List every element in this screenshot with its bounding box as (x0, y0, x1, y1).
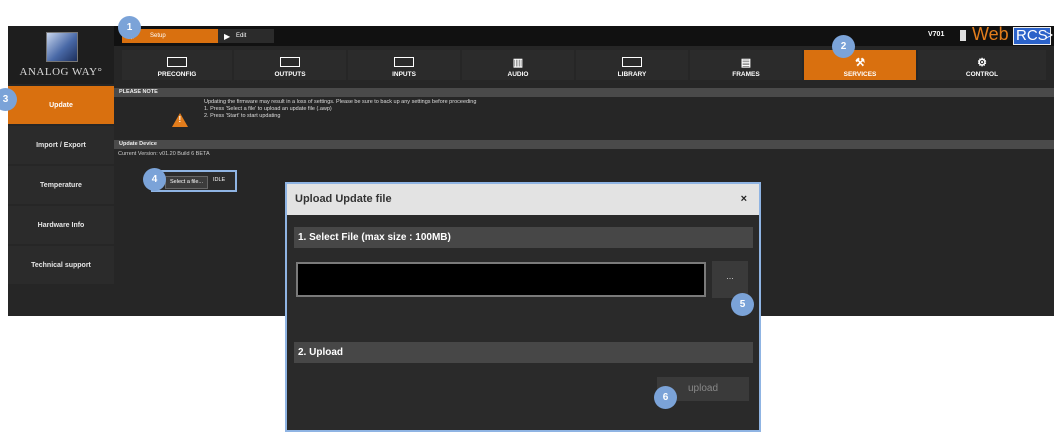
content-panel: PLEASE NOTE ! Updating the firmware may … (114, 88, 1054, 157)
callout-1: 1 (118, 16, 141, 39)
nav-library[interactable]: LIBRARY (576, 50, 688, 80)
note-text: Updating the firmware may result in a lo… (204, 99, 476, 120)
nav-inputs[interactable]: INPUTS (348, 50, 460, 80)
nav-preconfig[interactable]: PRECONFIG (122, 50, 232, 80)
tab-edit-label: Edit (236, 33, 247, 39)
note-box: ! Updating the firmware may result in a … (114, 97, 1054, 140)
warning-icon: ! (172, 113, 188, 127)
sidebar-item-hardware-info[interactable]: Hardware Info (8, 206, 114, 244)
file-path-field[interactable] (296, 262, 706, 297)
nav-outputs-label: OUTPUTS (274, 71, 306, 78)
device-icon (960, 30, 966, 41)
logo-mark-icon (46, 32, 78, 62)
callout-2: 2 (832, 35, 855, 58)
note-line-1: Updating the firmware may result in a lo… (204, 99, 477, 105)
frames-icon: ▤ (740, 57, 752, 69)
nav-services-label: SERVICES (843, 71, 877, 78)
upload-section-header: 2. Upload (294, 342, 753, 363)
status-label: IDLE (213, 177, 226, 183)
nav-audio-label: AUDIO (507, 71, 529, 78)
dialog-header: Upload Update file × (287, 184, 759, 215)
callout-5: 5 (731, 293, 754, 316)
tab-edit[interactable]: ▶ Edit (218, 29, 274, 43)
nav-preconfig-label: PRECONFIG (157, 71, 197, 78)
sidebar-item-update[interactable]: Update (8, 86, 114, 124)
services-icon: ⚒ (855, 57, 865, 69)
tab-setup-label: Setup (150, 33, 166, 39)
close-icon[interactable]: × (741, 184, 747, 215)
webrcs-web-text: Web (972, 24, 1009, 44)
nav-outputs[interactable]: OUTPUTS (234, 50, 346, 80)
top-bar: ⚙ Setup ▶ Edit V701 Web RCS > (114, 24, 1054, 46)
nav-control[interactable]: ⚙ CONTROL (918, 50, 1046, 80)
upload-dialog: Upload Update file × 1. Select File (max… (285, 182, 761, 432)
select-file-button[interactable]: Select a file... (165, 176, 209, 189)
nav-library-label: LIBRARY (617, 71, 647, 78)
callout-4: 4 (143, 168, 166, 191)
current-version-label: Current Version: v01.20 Build 6 BETA (118, 151, 210, 157)
analog-way-logo: ANALOG WAY° (8, 26, 114, 84)
dialog-title: Upload Update file (295, 193, 392, 205)
inputs-icon (394, 57, 414, 67)
version-label: V701 (928, 31, 945, 38)
preconfig-icon (167, 57, 187, 67)
update-device-header: Update Device (114, 140, 1054, 149)
nav-services[interactable]: ⚒ SERVICES (804, 50, 916, 80)
sidebar-item-import-export[interactable]: Import / Export (8, 126, 114, 164)
main-nav: PRECONFIG OUTPUTS INPUTS ▥ AUDIO LIBRARY… (114, 50, 1054, 80)
control-icon: ⚙ (977, 57, 987, 69)
play-icon: ▶ (224, 31, 231, 41)
please-note-header: PLEASE NOTE (114, 88, 1054, 97)
sidebar-item-technical-support[interactable]: Technical support (8, 246, 114, 284)
nav-inputs-label: INPUTS (392, 71, 416, 78)
nav-audio[interactable]: ▥ AUDIO (462, 50, 574, 80)
library-icon (622, 57, 642, 67)
callout-6: 6 (654, 386, 677, 409)
audio-icon: ▥ (512, 57, 524, 69)
sidebar: Update Import / Export Temperature Hardw… (8, 86, 114, 286)
sidebar-item-temperature[interactable]: Temperature (8, 166, 114, 204)
select-file-section-header: 1. Select File (max size : 100MB) (294, 227, 753, 248)
nav-frames-label: FRAMES (732, 71, 760, 78)
outputs-icon (280, 57, 300, 67)
chevron-right-icon[interactable]: > (1046, 28, 1053, 42)
nav-frames[interactable]: ▤ FRAMES (690, 50, 802, 80)
logo-text: ANALOG WAY° (19, 66, 103, 78)
nav-control-label: CONTROL (965, 71, 999, 78)
note-line-3: 2. Press 'Start' to start updating (204, 113, 281, 119)
note-line-2: 1. Press 'Select a file' to upload an up… (204, 106, 332, 112)
